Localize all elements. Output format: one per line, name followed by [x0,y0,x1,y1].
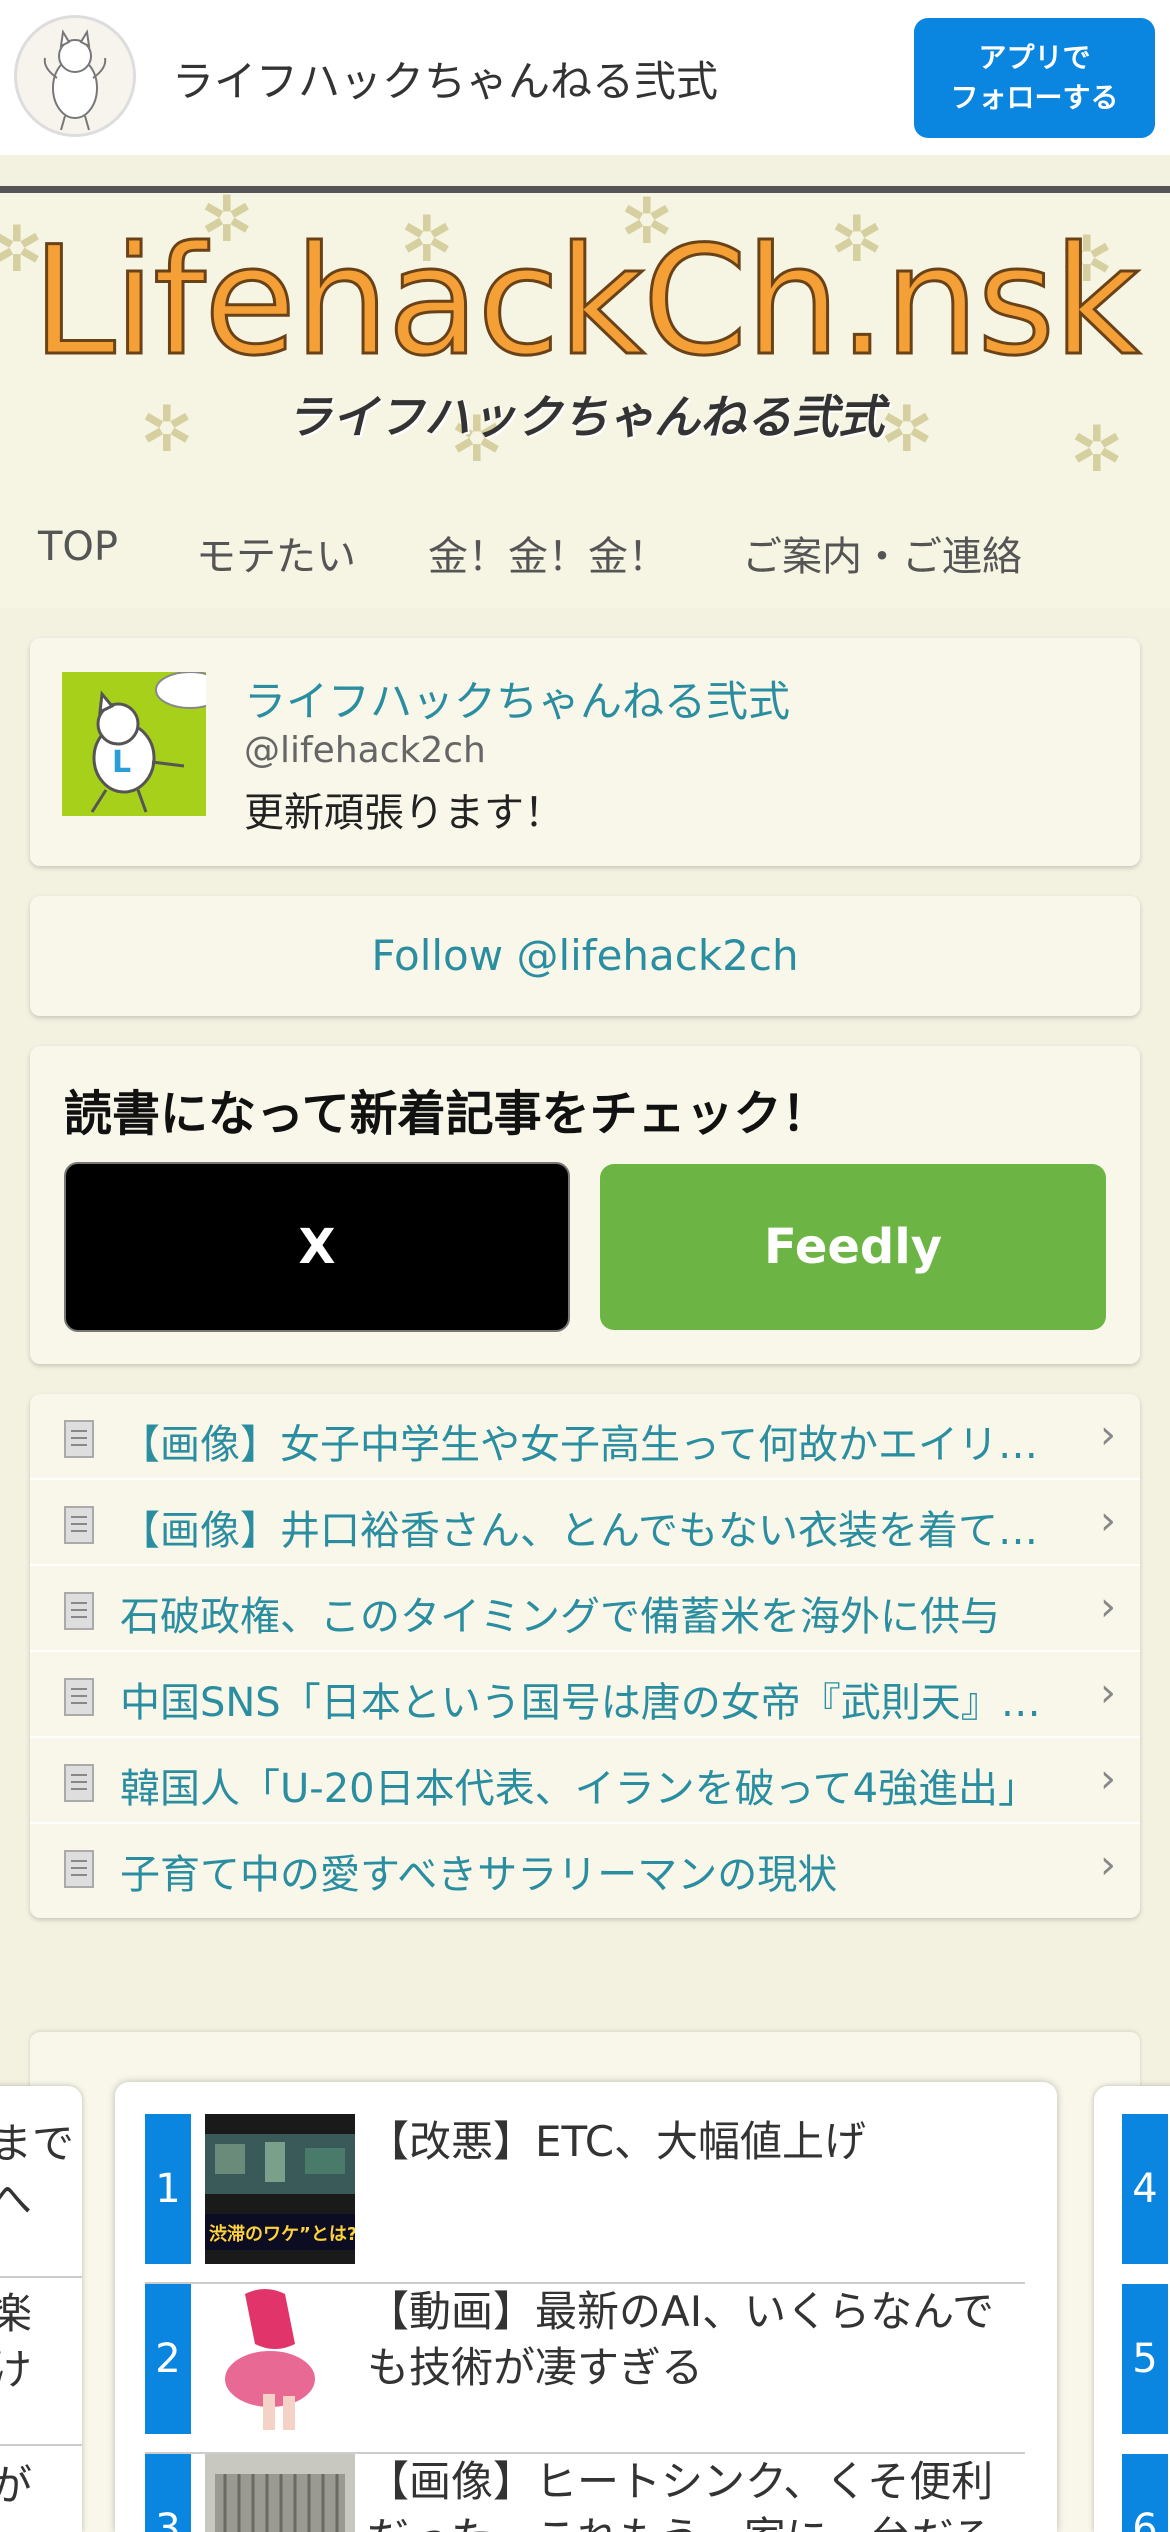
nav-item-contact[interactable]: ご案内・ご連絡 [742,524,1022,582]
list-item[interactable]: 石破政権、このタイミングで備蓄米を海外に供与 › [30,1566,1140,1652]
divider [0,2276,82,2278]
article-list: 【画像】女子中学生や女子高生って何故かエイリアンを › 【画像】井口裕香さん、と… [30,1394,1140,1918]
article-title: 【画像】女子中学生や女子高生って何故かエイリアンを [120,1422,1050,1468]
subscribe-x-button[interactable]: X [64,1162,570,1332]
site-avatar[interactable] [14,15,136,137]
document-icon [64,1678,94,1716]
document-icon [64,1764,94,1802]
site-header-banner[interactable]: ✲ ✲ ✲ ✲ ✲ ✲ ✲ ✲ ✲ ✲ LifehackCh.nsk ライフハッ… [0,186,1170,493]
ranking-fragment: 楽 [0,2289,33,2338]
ranking-fragment: が [0,2461,33,2510]
app-bar: ライフハックちゃんねる弐式 アプリで フォローする [0,0,1170,155]
rank-number: 2 [145,2284,191,2434]
rank-number: 5 [1122,2284,1168,2434]
follow-in-app-line2: フォローする [950,81,1119,114]
ranking-thumbnail: 渋滞のワケ”とは? [205,2114,355,2264]
article-title: 石破政権、このタイミングで備蓄米を海外に供与 [120,1594,1000,1640]
divider [0,2444,82,2446]
subscribe-feedly-button[interactable]: Feedly [600,1164,1106,1330]
chevron-right-icon: › [1100,1756,1116,1802]
thumb-caption: 渋滞のワケ”とは? [209,2223,355,2245]
list-item[interactable]: 中国SNS「日本という国号は唐の女帝『武則天』が与えた › [30,1652,1140,1738]
ranking-thumbnail [205,2284,355,2434]
follow-twitter-card[interactable]: Follow @lifehack2ch [30,896,1140,1016]
list-item[interactable]: 【画像】井口裕香さん、とんでもない衣装を着てしまう › [30,1480,1140,1566]
ranking-item[interactable]: 3 【画像】ヒートシンク、くそ便利だった…これもう一家に一台だろ [145,2454,1025,2532]
document-icon [64,1850,94,1888]
rank-number: 3 [145,2454,191,2532]
list-item[interactable]: 子育て中の愛すべきサラリーマンの現状 › [30,1824,1140,1910]
ranking-card-next[interactable]: 4 5 6 [1094,2086,1170,2532]
ranking-title: 【画像】ヒートシンク、くそ便利だった…これもう一家に一台だろ [367,2457,994,2532]
ranking-title: 【改悪】ETC、大幅値上げ [367,2117,867,2166]
article-title: 中国SNS「日本という国号は唐の女帝『武則天』が与えた [120,1680,1050,1726]
svg-text:L: L [112,745,131,780]
profile-avatar[interactable]: L [62,672,206,816]
list-item[interactable]: 【画像】女子中学生や女子高生って何故かエイリアンを › [30,1394,1140,1480]
list-item[interactable]: 韓国人「U-20日本代表、イランを破って4強進出」 › [30,1738,1140,1824]
profile-description: 更新頑張ります！ [244,790,564,836]
subscribe-card: 読書になって新着記事をチェック！ X Feedly [30,1046,1140,1364]
site-logo-subtitle: ライフハックちゃんねる弐式 [286,390,884,444]
follow-in-app-line1: アプリで [978,41,1091,74]
rank-number: 6 [1122,2454,1168,2532]
profile-name[interactable]: ライフハックちゃんねる弐式 [244,668,790,729]
nav-item-top[interactable]: TOP [38,524,118,570]
document-icon [64,1506,94,1544]
rank-number: 1 [145,2114,191,2264]
nav-item-mote[interactable]: モテたい [196,524,356,582]
ranking-item[interactable]: 2 【動画】最新のAI、いくらなんでも技術が凄すぎる [145,2284,1025,2454]
article-title: 子育て中の愛すべきサラリーマンの現状 [120,1852,838,1898]
subscribe-heading: 読書になって新着記事をチェック！ [64,1086,830,1142]
chevron-right-icon: › [1100,1412,1116,1458]
app-title: ライフハックちゃんねる弐式 [172,57,719,106]
site-logo: LifehackCh.nsk [30,215,1141,389]
document-icon [64,1592,94,1630]
chevron-right-icon: › [1100,1584,1116,1630]
ranking-title: 【動画】最新のAI、いくらなんでも技術が凄すぎる [367,2287,995,2392]
ranking-card: 1 渋滞のワケ”とは? 【改悪】ETC、大幅値上げ 2 【動画】最新のAI、いく… [115,2082,1057,2532]
ranking-fragment: まで [0,2119,75,2168]
ranking-thumbnail [205,2454,355,2532]
ranking-card-previous[interactable]: まで へ 楽 け が [0,2086,82,2532]
ranking-item[interactable]: 1 渋滞のワケ”とは? 【改悪】ETC、大幅値上げ [145,2114,1025,2284]
rank-number: 4 [1122,2114,1168,2264]
follow-in-app-button[interactable]: アプリで フォローする [914,18,1155,138]
article-title: 韓国人「U-20日本代表、イランを破って4強進出」 [120,1766,1039,1812]
chevron-right-icon: › [1100,1498,1116,1544]
follow-twitter-link[interactable]: Follow @lifehack2ch [371,931,798,980]
nav-item-money[interactable]: 金！金！金！ [428,524,668,582]
article-title: 【画像】井口裕香さん、とんでもない衣装を着てしまう [120,1508,1050,1554]
main-nav: TOP モテたい 金！金！金！ ご案内・ご連絡 [0,486,1170,608]
ranking-fragment: へ [0,2175,33,2224]
chevron-right-icon: › [1100,1670,1116,1716]
document-icon [64,1420,94,1458]
ranking-fragment: け [0,2345,33,2394]
profile-handle: @lifehack2ch [244,730,486,771]
chevron-right-icon: › [1100,1842,1116,1888]
profile-card: L ライフハックちゃんねる弐式 @lifehack2ch 更新頑張ります！ [30,638,1140,866]
